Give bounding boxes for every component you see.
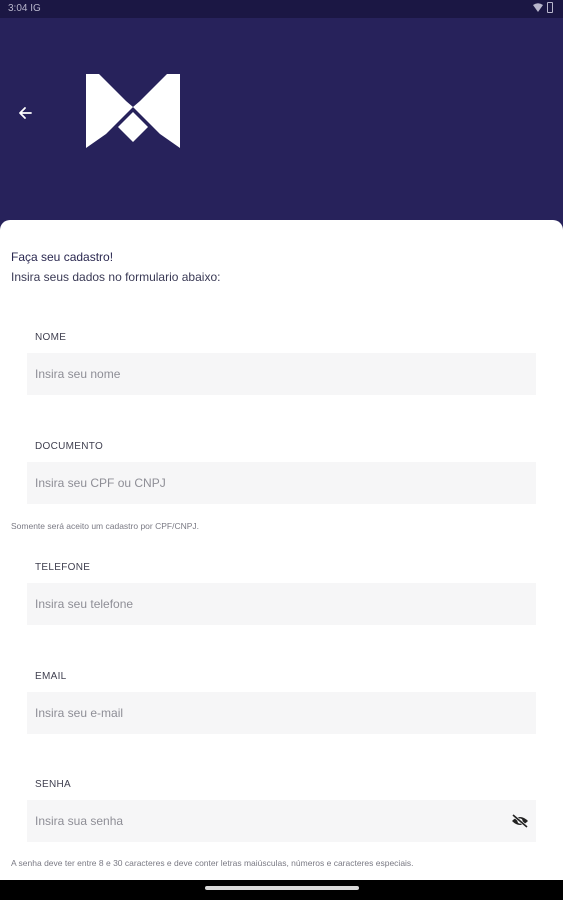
home-indicator[interactable] xyxy=(205,886,359,890)
back-button[interactable] xyxy=(12,100,38,126)
telefone-input[interactable] xyxy=(27,583,536,625)
senha-hint: A senha deve ter entre 8 e 30 caracteres… xyxy=(11,858,414,868)
navigation-bar xyxy=(0,880,563,900)
telefone-label: TELEFONE xyxy=(35,562,91,573)
documento-label: DOCUMENTO xyxy=(35,441,104,452)
signup-card: Faça seu cadastro! Insira seus dados no … xyxy=(0,220,563,880)
senha-input[interactable] xyxy=(27,800,536,842)
documento-hint: Somente será aceito um cadastro por CPF/… xyxy=(11,521,200,531)
status-bar: 3:04 IG xyxy=(0,0,563,18)
eye-off-icon xyxy=(512,814,528,828)
brand-logo xyxy=(86,74,180,148)
form-subtitle: Insira seus dados no formulario abaixo: xyxy=(11,270,221,284)
documento-input[interactable] xyxy=(27,462,536,504)
battery-icon xyxy=(547,2,553,13)
status-icons xyxy=(533,2,553,13)
nome-input[interactable] xyxy=(27,353,536,395)
email-label: EMAIL xyxy=(35,671,67,682)
header xyxy=(0,18,563,228)
senha-label: SENHA xyxy=(35,779,71,790)
nome-label: NOME xyxy=(35,332,67,343)
email-input[interactable] xyxy=(27,692,536,734)
password-visibility-toggle[interactable] xyxy=(509,812,531,830)
form-title: Faça seu cadastro! xyxy=(11,250,114,264)
status-time: 3:04 IG xyxy=(8,3,41,14)
wifi-icon xyxy=(533,3,543,12)
arrow-left-icon xyxy=(19,107,32,119)
